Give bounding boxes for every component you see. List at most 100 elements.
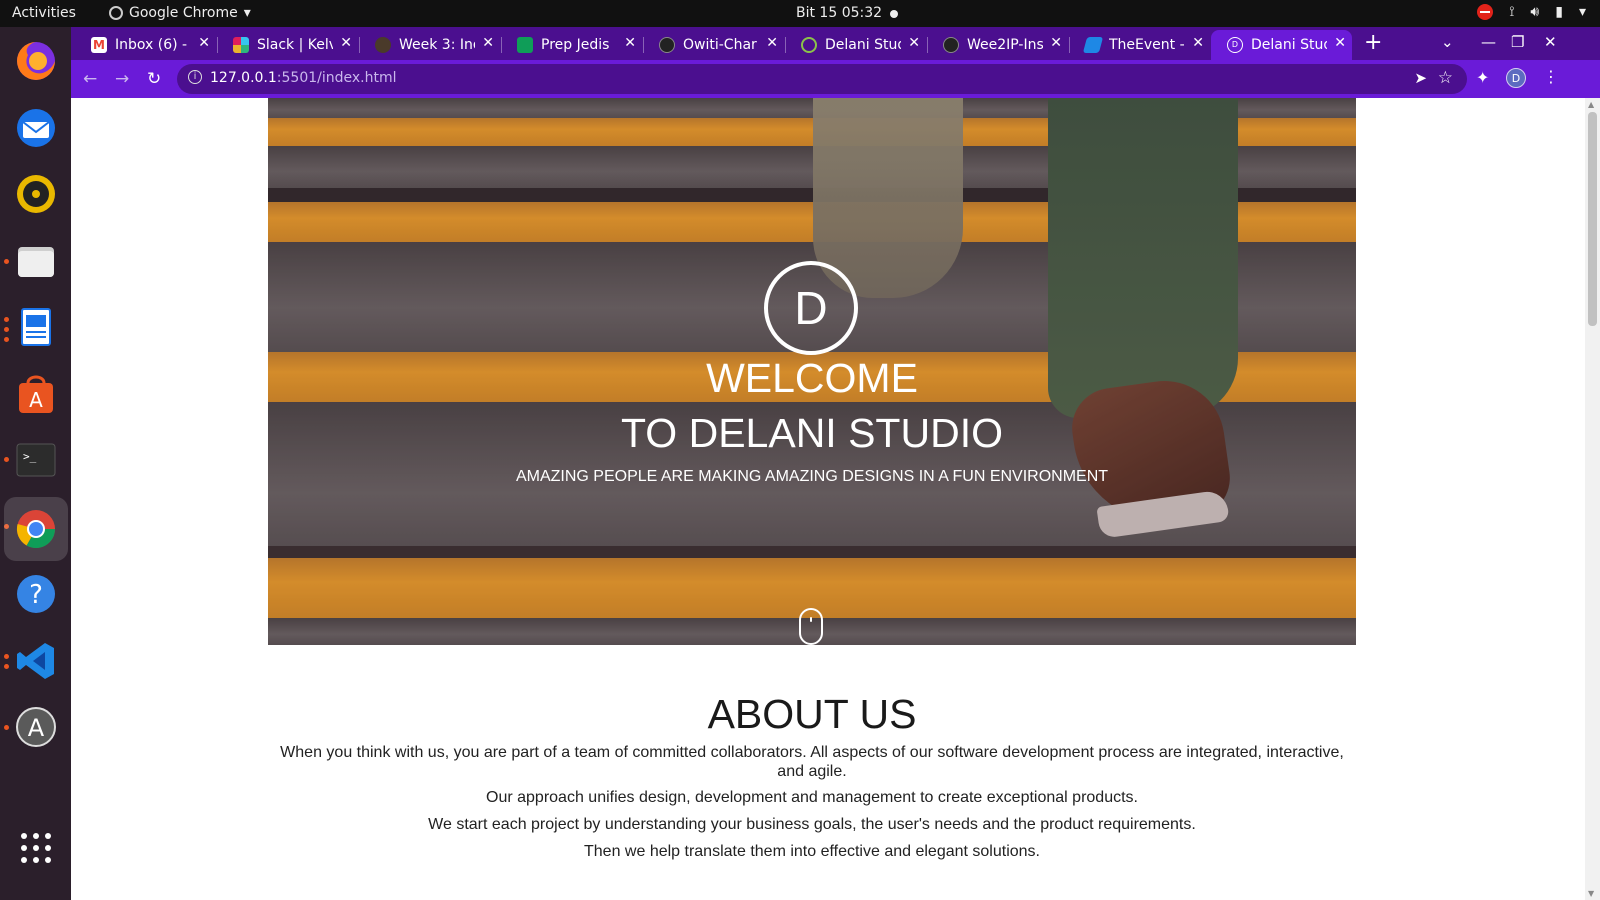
wifi-icon[interactable]: ⟟ [1509,4,1514,20]
github-icon [943,37,959,53]
thunderbird-icon[interactable] [10,102,62,154]
chevron-down-icon: ▾ [243,5,251,21]
dock: A >_ ? A [0,27,71,900]
new-tab-button[interactable]: + [1364,30,1382,55]
moringa-icon [375,37,391,53]
page-scrollbar[interactable]: ▲ ▼ [1585,98,1600,900]
scroll-down-icon[interactable]: ▼ [1588,889,1594,898]
site-info-icon[interactable]: i [188,70,202,84]
app-menu-label: Google Chrome [129,5,238,21]
hero-subtitle: AMAZING PEOPLE ARE MAKING AMAZING DESIGN… [515,468,1109,485]
help-icon[interactable]: ? [10,568,62,620]
rhythmbox-icon[interactable] [10,168,62,220]
browser-toolbar: ← → ↻ i 127.0.0.1:5501/index.html ➤ ☆ ✦ … [71,60,1600,98]
minimize-icon[interactable]: — [1481,33,1496,51]
browser-tab[interactable]: Prep Jedis ✕ [501,30,642,60]
tab-search-icon[interactable]: ⌄ [1441,33,1454,51]
updater-icon[interactable]: A [10,701,62,753]
tab-strip: M Inbox (6) - d ✕ Slack | Kelvi ✕ Week 3… [71,27,1600,60]
tab-title: Week 3: Ind [399,37,475,53]
power-menu-icon[interactable]: ▾ [1579,4,1586,20]
browser-window: M Inbox (6) - d ✕ Slack | Kelvi ✕ Week 3… [71,27,1600,900]
send-to-devices-icon[interactable]: ➤ [1414,69,1427,87]
restore-icon[interactable]: ❐ [1511,33,1524,51]
sheets-icon [517,37,533,53]
close-icon[interactable]: ✕ [1334,35,1346,51]
app-store-icon[interactable]: A [10,368,62,420]
running-indicator [4,725,9,730]
notification-dot-icon [890,10,898,18]
files-icon[interactable] [10,235,62,287]
site-favicon-icon: D [1227,37,1243,53]
browser-tab[interactable]: Delani Stud ✕ [785,30,926,60]
site-favicon-icon [1082,37,1104,53]
browser-tab[interactable]: Week 3: Ind ✕ [359,30,500,60]
close-icon[interactable]: ✕ [1192,35,1204,51]
svg-text:A: A [29,388,43,412]
close-icon[interactable]: ✕ [624,35,636,51]
bookmark-star-icon[interactable]: ☆ [1438,68,1453,88]
app-menu-button[interactable]: Google Chrome ▾ [109,5,251,21]
extensions-icon[interactable]: ✦ [1476,68,1489,87]
do-not-disturb-icon[interactable] [1477,4,1494,20]
hero-title: TO DELANI STUDIO [621,410,1003,456]
close-icon[interactable]: ✕ [908,35,920,51]
activities-button[interactable]: Activities [12,5,76,21]
site-favicon-icon [801,37,817,53]
browser-tab[interactable]: Owiti-Char ✕ [643,30,784,60]
vscode-icon[interactable] [10,635,62,687]
system-top-bar: Activities Google Chrome ▾ Bit 15 05:32 … [0,0,1600,27]
tab-title: Inbox (6) - d [115,37,191,53]
volume-icon[interactable]: 🔊︎ [1530,4,1539,20]
slack-icon [233,37,249,53]
url-text[interactable]: 127.0.0.1:5501/index.html [210,70,397,86]
close-icon[interactable]: ✕ [1050,35,1062,51]
terminal-icon[interactable]: >_ [10,434,62,486]
browser-tab[interactable]: TheEvent - F ✕ [1069,30,1210,60]
scrollbar-thumb[interactable] [1588,112,1597,326]
writer-icon[interactable] [10,301,62,353]
show-apps-icon[interactable] [10,822,62,874]
close-icon[interactable]: ✕ [766,35,778,51]
running-indicator [4,664,9,669]
scroll-mouse-icon[interactable] [799,608,823,645]
browser-tab-active[interactable]: D Delani Stud ✕ [1211,30,1352,60]
scroll-up-icon[interactable]: ▲ [1588,100,1594,109]
studio-logo: D [764,261,858,355]
running-indicator [4,317,9,322]
about-paragraph: We start each project by understanding y… [428,816,1196,833]
about-title: ABOUT US [707,691,917,737]
gmail-icon: M [91,37,107,53]
system-tray[interactable]: ⟟ 🔊︎ ▮ ▾ [1477,4,1586,20]
chrome-icon[interactable] [4,497,68,561]
address-bar[interactable]: i 127.0.0.1:5501/index.html ➤ ☆ [177,64,1467,94]
close-icon[interactable]: ✕ [482,35,494,51]
tab-title: Slack | Kelvi [257,37,333,53]
battery-icon[interactable]: ▮ [1555,4,1563,20]
close-window-icon[interactable]: ✕ [1544,33,1557,51]
firefox-icon[interactable] [10,35,62,87]
running-indicator [4,259,9,264]
about-paragraph: Our approach unifies design, development… [486,789,1138,806]
chrome-small-icon [109,6,123,20]
github-icon [659,37,675,53]
tab-title: Prep Jedis [541,37,610,53]
hero-title: WELCOME [706,355,918,401]
browser-tab[interactable]: Slack | Kelvi ✕ [217,30,358,60]
hero-section: D WELCOME TO DELANI STUDIO AMAZING PEOPL… [268,98,1356,645]
browser-tab[interactable]: Wee2IP-Ins ✕ [927,30,1068,60]
reload-icon[interactable]: ↻ [147,69,161,89]
close-icon[interactable]: ✕ [340,35,352,51]
about-paragraph: Then we help translate them into effecti… [584,843,1040,860]
chrome-menu-icon[interactable]: ⋮ [1543,67,1559,86]
running-indicator [4,457,9,462]
back-icon[interactable]: ← [83,69,97,89]
svg-text:A: A [28,714,45,742]
running-indicator [4,327,9,332]
close-icon[interactable]: ✕ [198,35,210,51]
forward-icon[interactable]: → [115,69,129,89]
profile-avatar[interactable]: D [1506,68,1526,88]
svg-text:>_: >_ [23,450,37,463]
clock[interactable]: Bit 15 05:32 [796,5,882,21]
browser-tab[interactable]: M Inbox (6) - d ✕ [75,30,216,60]
